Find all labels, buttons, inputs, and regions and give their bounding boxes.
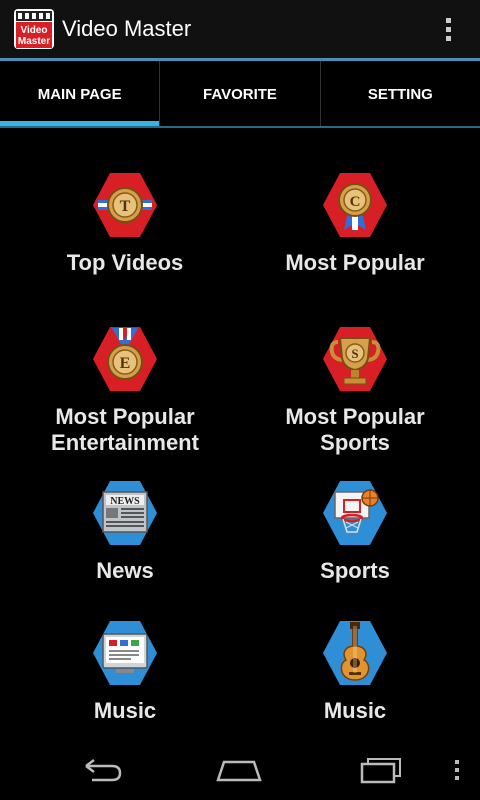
grid-item-top-videos[interactable]: T Top Videos <box>5 170 245 276</box>
tab-main-page[interactable]: MAIN PAGE <box>0 61 161 127</box>
grid-item-label: Music <box>323 698 387 720</box>
svg-text:E: E <box>120 355 131 372</box>
tab-setting[interactable]: SETTING <box>321 61 480 127</box>
guitar-icon <box>323 621 387 685</box>
grid-item-most-popular[interactable]: C Most Popular <box>235 170 475 276</box>
grid-item-news[interactable]: NEWS News <box>5 478 245 584</box>
grid-item-music-2[interactable]: Music <box>235 618 475 720</box>
music-tv-icon <box>93 621 157 685</box>
video-master-logo-icon[interactable]: Video Master <box>12 7 56 51</box>
grid-item-label: Music <box>93 698 157 720</box>
system-nav-bar <box>0 740 480 800</box>
logo-text-line2: Master <box>18 36 50 47</box>
basketball-hoop-icon <box>323 481 387 545</box>
label-line2: Sports <box>320 430 390 455</box>
home-icon[interactable] <box>214 754 264 786</box>
grid-item-label: Sports <box>320 558 390 583</box>
label-line2: Entertainment <box>51 430 199 455</box>
grid-item-label: Most Popular <box>285 250 425 275</box>
svg-text:C: C <box>350 194 361 210</box>
action-bar: Video Master Video Master <box>0 0 480 58</box>
top-videos-medal-icon: T <box>93 173 157 237</box>
back-icon[interactable] <box>76 754 126 786</box>
svg-text:S: S <box>351 346 358 361</box>
grid-item-label: Top Videos <box>66 250 184 275</box>
tab-favorite[interactable]: FAVORITE <box>160 61 321 127</box>
svg-text:NEWS: NEWS <box>110 496 140 507</box>
sports-trophy-icon: S <box>323 327 387 391</box>
grid-item-most-popular-entertainment[interactable]: E Most Popular Entertainment <box>5 324 245 456</box>
grid-item-sports[interactable]: Sports <box>235 478 475 584</box>
svg-text:T: T <box>120 198 131 215</box>
grid-item-music-1[interactable]: Music <box>5 618 245 720</box>
tab-bar: MAIN PAGE FAVORITE SETTING <box>0 61 480 127</box>
grid-item-label: Most Popular Entertainment <box>51 404 199 456</box>
recent-apps-icon[interactable] <box>356 754 406 786</box>
grid-item-most-popular-sports[interactable]: S Most Popular Sports <box>235 324 475 456</box>
label-line1: Most Popular <box>55 404 195 429</box>
category-grid: T Top Videos C Most Popular E Most Popul… <box>0 128 480 720</box>
label-line1: Most Popular <box>285 404 425 429</box>
overflow-menu-icon[interactable] <box>455 760 460 784</box>
grid-item-label: Most Popular Sports <box>285 404 424 456</box>
app-title: Video Master <box>62 16 192 41</box>
entertainment-medal-icon: E <box>93 327 157 391</box>
grid-item-label: News <box>96 558 154 583</box>
overflow-menu-icon[interactable] <box>446 18 452 42</box>
logo-text-line1: Video <box>20 25 47 36</box>
most-popular-medal-icon: C <box>323 173 387 237</box>
newspaper-icon: NEWS <box>93 481 157 545</box>
